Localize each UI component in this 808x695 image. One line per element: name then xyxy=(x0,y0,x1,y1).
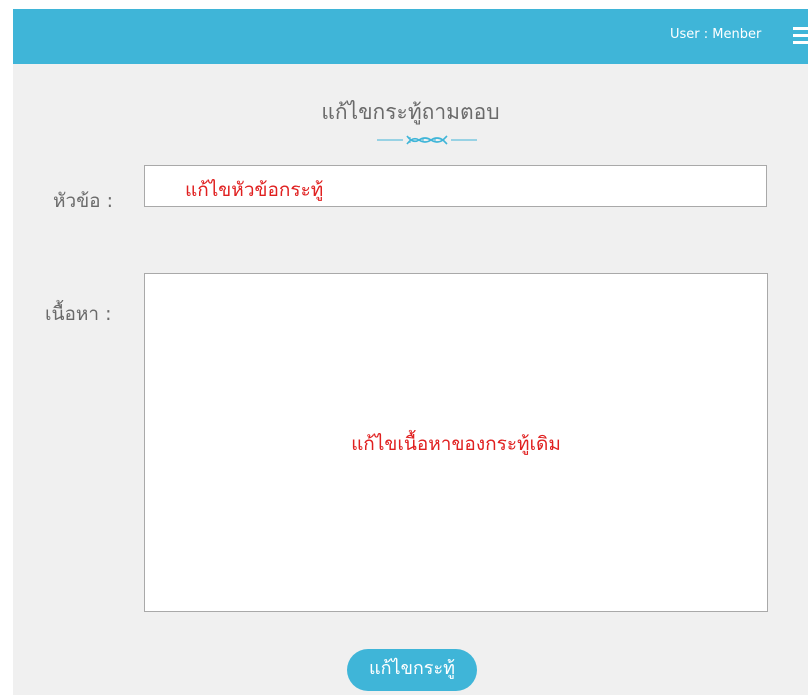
content-label: เนื้อหา : xyxy=(45,303,112,325)
content-textarea[interactable]: แก้ไขเนื้อหาของกระทู้เดิม xyxy=(144,273,768,612)
app-frame: User : Menber แก้ไขกระทู้ถามตอบ หัวข้อ :… xyxy=(13,9,808,695)
subject-label: หัวข้อ : xyxy=(53,190,114,212)
user-label: User : Menber xyxy=(670,27,762,42)
subject-input[interactable]: แก้ไขหัวข้อกระทู้ xyxy=(144,165,767,207)
page-title: แก้ไขกระทู้ถามตอบ xyxy=(321,100,500,124)
hamburger-menu-icon[interactable] xyxy=(793,26,808,46)
edit-thread-button[interactable]: แก้ไขกระทู้ xyxy=(347,649,477,691)
dna-helix-icon xyxy=(377,135,477,145)
content-textarea-value: แก้ไขเนื้อหาของกระทู้เดิม xyxy=(351,433,561,455)
top-bar: User : Menber xyxy=(13,9,808,64)
subject-input-value: แก้ไขหัวข้อกระทู้ xyxy=(185,179,324,201)
